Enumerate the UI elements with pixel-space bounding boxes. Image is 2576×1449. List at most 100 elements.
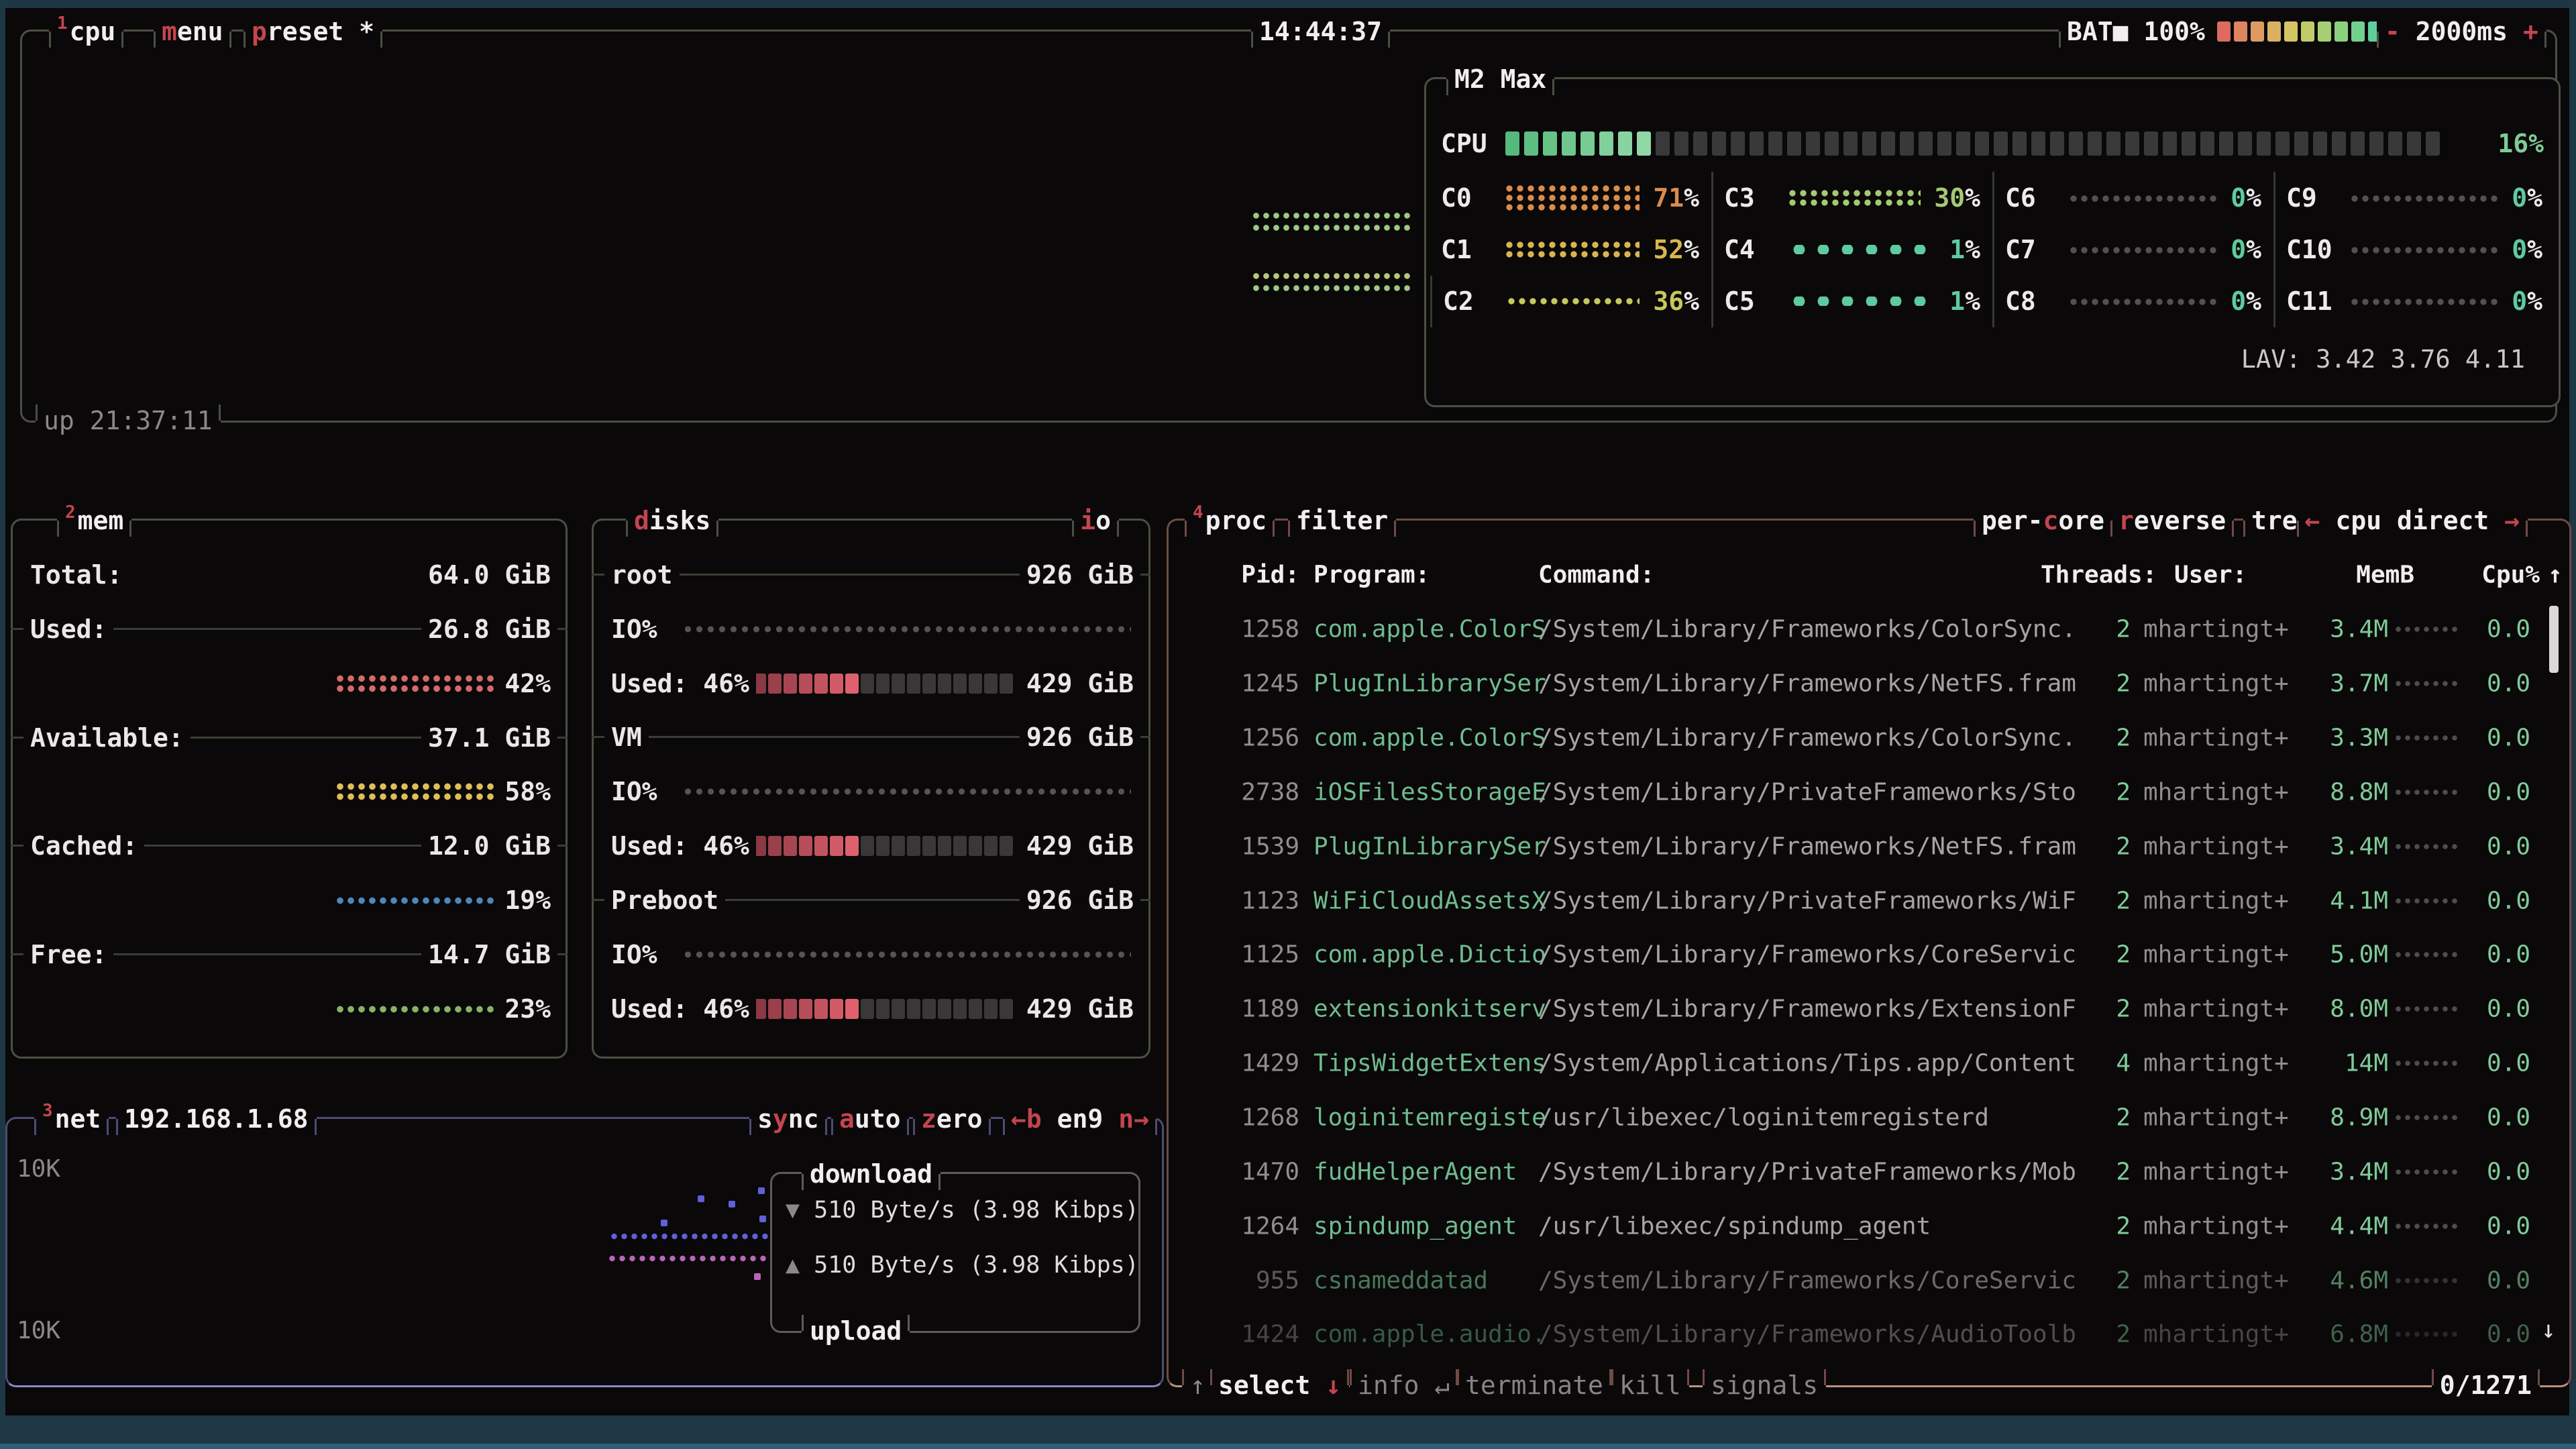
process-row[interactable]: 2738 iOSFilesStorageE /System/Library/Pr…	[1169, 765, 2569, 820]
io-mode-button[interactable]: io	[1072, 502, 1119, 539]
process-pid: 1258	[1202, 616, 1299, 643]
process-pid: 1245	[1202, 670, 1299, 698]
memory-panel: 2mem Total:64.0 GiB Used:26.8 GiB 42% Av…	[11, 519, 568, 1059]
header-program[interactable]: Program:	[1313, 561, 1430, 589]
header-cpu[interactable]: Cpu%	[2477, 561, 2540, 589]
menu-button[interactable]: menu	[154, 13, 231, 50]
core-name: C10	[2286, 235, 2349, 264]
zero-button[interactable]: zero	[913, 1101, 991, 1137]
process-row[interactable]: 1424 com.apple.audio. /System/Library/Fr…	[1169, 1307, 2569, 1362]
process-mem: 3.3M	[2313, 724, 2388, 752]
next-interface-button[interactable]: n→	[1118, 1106, 1149, 1132]
core-name: C7	[2005, 235, 2068, 264]
auto-button[interactable]: auto	[831, 1101, 909, 1137]
interval-decrease-button[interactable]: -	[2385, 19, 2400, 44]
cpu-hotkey-number: 1	[57, 15, 68, 32]
process-row[interactable]: 1264 spindump_agent /usr/libexec/spindum…	[1169, 1199, 2569, 1253]
process-user: mhartingt+	[2143, 1158, 2304, 1185]
process-user: mhartingt+	[2143, 1050, 2304, 1077]
disk-name: VM	[604, 722, 649, 752]
core-cell: C6 0%	[1992, 172, 2273, 223]
enter-icon: ↵	[1434, 1373, 1450, 1398]
tab-mem[interactable]: 2mem	[57, 502, 131, 539]
process-threads: 2	[2077, 724, 2131, 752]
header-user[interactable]: User:	[2174, 561, 2247, 589]
chip-name: M2 Max	[1446, 61, 1554, 97]
process-cpu-meter	[2394, 1060, 2461, 1067]
header-memb[interactable]: MemB	[2339, 561, 2414, 589]
process-threads: 2	[2077, 941, 2131, 969]
per-core-button[interactable]: per-core	[1974, 502, 2112, 539]
core-cell: C1 52%	[1430, 223, 1711, 275]
upload-speed-row: ▲ 510 Byte/s (3.98 Kibps)	[786, 1238, 1139, 1292]
disks-title: disks	[626, 502, 718, 539]
process-threads: 2	[2077, 670, 2131, 698]
core-cell: C11 0%	[2273, 276, 2555, 327]
select-button[interactable]: select ↓	[1210, 1367, 1349, 1403]
tab-cpu[interactable]: 1cpu	[49, 13, 123, 50]
process-cpu-meter	[2394, 843, 2461, 850]
sort-next-button[interactable]: →	[2504, 508, 2520, 533]
process-command: /System/Library/Frameworks/ExtensionF	[1538, 996, 2083, 1023]
btop-screen: { "topbar": { "tab_number": "1", "tab_la…	[0, 0, 2576, 1449]
reverse-button[interactable]: reverse	[2110, 502, 2234, 539]
process-row[interactable]: 955 csnameddatad /System/Library/Framewo…	[1169, 1253, 2569, 1307]
process-row[interactable]: 1256 com.apple.ColorS /System/Library/Fr…	[1169, 711, 2569, 765]
process-cpu: 0.0	[2467, 996, 2530, 1023]
tab-net[interactable]: 3net	[34, 1101, 109, 1137]
header-pid[interactable]: Pid:	[1202, 561, 1299, 589]
disk-size: 926 GiB	[1020, 560, 1140, 590]
interval-increase-button[interactable]: +	[2523, 19, 2538, 44]
process-row[interactable]: 1123 WiFiCloudAssetsX /System/Library/Pr…	[1169, 873, 2569, 928]
prev-interface-button[interactable]: ←b en9 n→	[1003, 1101, 1157, 1137]
terminate-button[interactable]: terminate	[1457, 1367, 1611, 1403]
mem-used-row: Used:26.8 GiB	[13, 602, 566, 656]
process-row[interactable]: 1539 PlugInLibrarySer /System/Library/Fr…	[1169, 819, 2569, 873]
disk-io-meter	[682, 951, 1131, 959]
process-user: mhartingt+	[2143, 941, 2304, 969]
process-cpu-meter	[2394, 735, 2461, 741]
header-threads[interactable]: Threads:	[2041, 561, 2157, 589]
core-history-graph	[2068, 246, 2217, 254]
info-button[interactable]: info ↵	[1350, 1367, 1458, 1403]
process-row[interactable]: 1189 extensionkitserv /System/Library/Fr…	[1169, 982, 2569, 1036]
cpu-tab-label: cpu	[70, 19, 116, 44]
process-scrollbar[interactable]	[2549, 606, 2559, 673]
disk-io-row: IO%	[594, 602, 1148, 656]
disk-used-value: 429 GiB	[1020, 669, 1140, 698]
process-program: loginitemregiste	[1313, 1104, 1547, 1132]
process-row[interactable]: 1245 PlugInLibrarySer /System/Library/Fr…	[1169, 657, 2569, 711]
preset-button[interactable]: preset *	[244, 13, 382, 50]
battery-percent: 100%	[2143, 19, 2205, 44]
process-row[interactable]: 1429 TipsWidgetExtens /System/Applicatio…	[1169, 1036, 2569, 1091]
select-down-icon: ↓	[1326, 1373, 1341, 1398]
filter-button[interactable]: filter	[1288, 502, 1396, 539]
signals-button[interactable]: signals	[1703, 1367, 1826, 1403]
process-threads: 2	[2077, 1212, 2131, 1240]
process-row[interactable]: 1268 loginitemregiste /usr/libexec/login…	[1169, 1091, 2569, 1145]
core-cell: C9 0%	[2273, 172, 2555, 223]
core-name: C4	[1724, 235, 1787, 264]
process-row[interactable]: 1470 fudHelperAgent /System/Library/Priv…	[1169, 1144, 2569, 1199]
process-pid: 1256	[1202, 724, 1299, 752]
process-command: /System/Library/Frameworks/AudioToolb	[1538, 1321, 2083, 1348]
process-panel: 4proc filter per-core reverse tree ← cpu…	[1167, 519, 2571, 1387]
kill-button[interactable]: kill	[1611, 1367, 1689, 1403]
select-up-icon[interactable]: ↑	[1182, 1367, 1214, 1403]
tab-proc[interactable]: 4proc	[1185, 502, 1275, 539]
cpu-total-meter-row: CPU 16%	[1441, 125, 2544, 162]
process-table-header: Pid: Program: Command: Threads: User: Me…	[1169, 548, 2569, 602]
sync-button[interactable]: sync	[749, 1101, 827, 1137]
process-user: mhartingt+	[2143, 1104, 2304, 1132]
header-command[interactable]: Command:	[1538, 561, 1654, 589]
process-row[interactable]: 1258 com.apple.ColorS /System/Library/Fr…	[1169, 602, 2569, 657]
process-row[interactable]: 1125 com.apple.Dictio /System/Library/Fr…	[1169, 928, 2569, 982]
sort-prev-button[interactable]: ←	[2305, 508, 2320, 533]
process-pid: 1123	[1202, 887, 1299, 914]
mem-available-meter	[335, 782, 494, 802]
core-cell: C5 1%	[1711, 276, 1992, 327]
core-percent: 71%	[1653, 183, 1699, 213]
mem-free-meter	[335, 1004, 494, 1014]
process-cpu-meter	[2394, 1277, 2461, 1284]
disk-used-value: 429 GiB	[1020, 831, 1140, 861]
